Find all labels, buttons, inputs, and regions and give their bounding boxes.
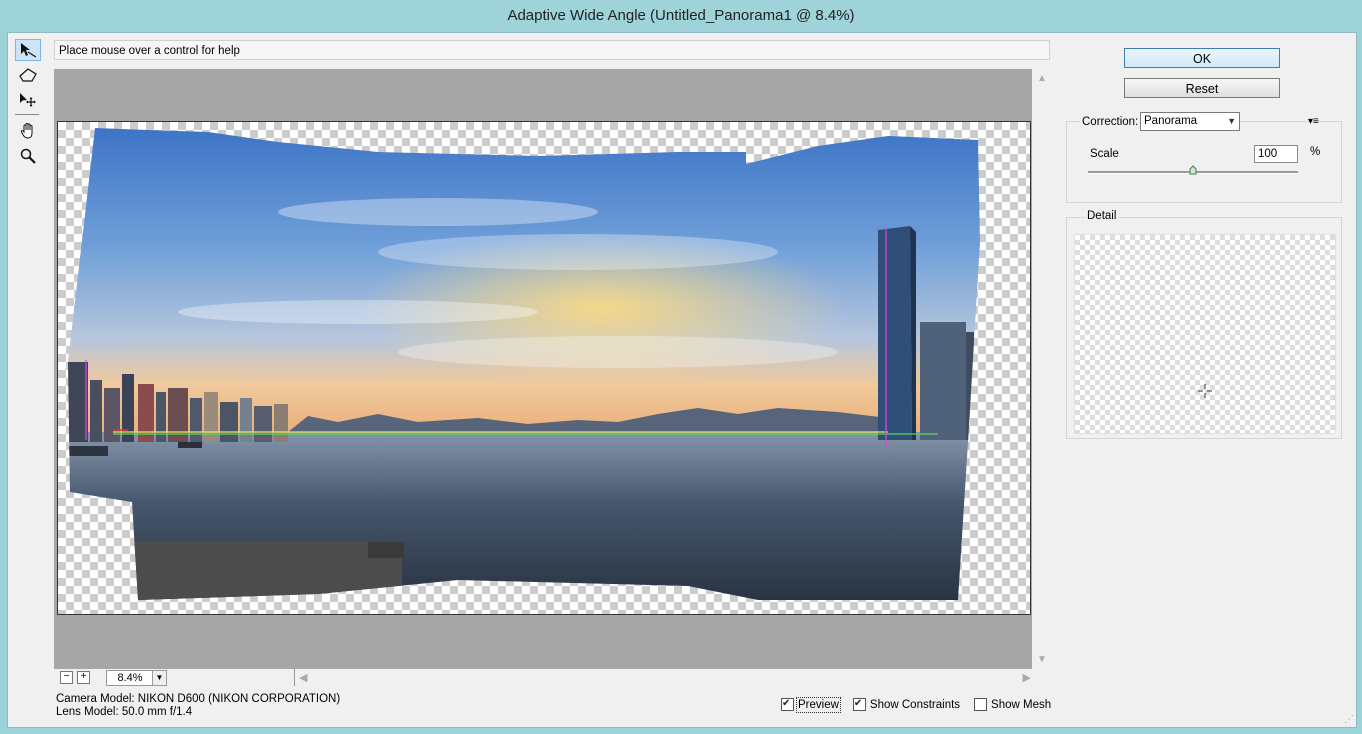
scroll-left-icon[interactable]: ◀ [299, 671, 307, 684]
lens-model: Lens Model: 50.0 mm f/1.4 [56, 706, 193, 718]
window-title: Adaptive Wide Angle (Untitled_Panorama1 … [0, 0, 1362, 32]
horizontal-scrollbar[interactable]: ◀ ▶ [294, 669, 1035, 686]
polygon-constraint-tool[interactable] [15, 64, 41, 86]
preview-checkbox-box[interactable] [781, 698, 794, 711]
detail-preview [1074, 234, 1336, 434]
scale-unit: % [1310, 146, 1321, 158]
show-mesh-checkbox-box[interactable] [974, 698, 988, 711]
zoom-tool[interactable] [15, 145, 41, 167]
reset-button[interactable]: Reset [1124, 78, 1280, 98]
panorama-image [68, 128, 980, 600]
show-mesh-checkbox[interactable]: Show Mesh [974, 698, 1051, 711]
move-tool[interactable] [15, 89, 41, 111]
camera-model: Camera Model: NIKON D600 (NIKON CORPORAT… [56, 693, 341, 705]
ok-button[interactable]: OK [1124, 48, 1280, 68]
show-constraints-checkbox-box[interactable] [852, 698, 866, 711]
detail-label: Detail [1085, 210, 1119, 222]
zoom-in-button[interactable]: + [77, 671, 90, 684]
panel-menu-icon[interactable]: ▾≡ [1308, 116, 1319, 127]
tool-panel [15, 39, 43, 170]
scale-input[interactable]: 100 [1254, 145, 1298, 163]
hand-tool-icon [20, 122, 33, 139]
zoom-tool-icon [20, 148, 36, 164]
scale-label: Scale [1090, 148, 1119, 160]
scroll-down-icon[interactable]: ▼ [1037, 654, 1047, 665]
move-tool-icon [20, 93, 36, 107]
constraint-tool-icon [21, 43, 37, 58]
chevron-down-icon: ▼ [1227, 116, 1236, 126]
hand-tool[interactable] [15, 120, 41, 142]
correction-group [1066, 121, 1342, 203]
show-constraints-label: Show Constraints [869, 698, 961, 711]
image-info: Camera Model: NIKON D600 (NIKON CORPORAT… [56, 693, 340, 719]
zoom-level-field[interactable]: 8.4% [106, 670, 154, 686]
resize-grip-icon[interactable]: ⋰ [1344, 714, 1354, 725]
toolbar-separator [15, 114, 39, 115]
constraint-tool[interactable] [15, 39, 41, 61]
scroll-right-icon[interactable]: ▶ [1023, 671, 1031, 684]
preview-checkbox[interactable]: Preview [781, 696, 841, 713]
polygon-constraint-tool-icon [19, 68, 37, 82]
vertical-scrollbar[interactable]: ▲ ▼ [1034, 69, 1050, 669]
help-bar: Place mouse over a control for help [54, 40, 1050, 60]
preview-checkbox-label: Preview [796, 696, 841, 713]
correction-label: Correction: [1080, 116, 1141, 128]
show-constraints-checkbox[interactable]: Show Constraints [852, 698, 961, 711]
correction-select[interactable]: Panorama ▼ [1140, 112, 1240, 131]
show-mesh-label: Show Mesh [991, 698, 1052, 711]
zoom-dropdown-icon[interactable]: ▼ [152, 670, 167, 686]
dialog: Place mouse over a control for help ▲ ▼ … [7, 32, 1357, 728]
view-options: Preview Show Constraints Show Mesh [781, 696, 1065, 713]
crosshair-icon [1198, 384, 1212, 398]
correction-value: Panorama [1144, 115, 1198, 127]
scale-slider-thumb[interactable] [1189, 165, 1197, 175]
zoom-out-button[interactable]: − [60, 671, 73, 684]
zoom-bar: − + 8.4% ▼ ◀ ▶ [54, 669, 1050, 687]
preview-canvas[interactable] [54, 69, 1032, 669]
scroll-up-icon[interactable]: ▲ [1037, 73, 1047, 84]
panorama-document[interactable] [57, 121, 1031, 615]
